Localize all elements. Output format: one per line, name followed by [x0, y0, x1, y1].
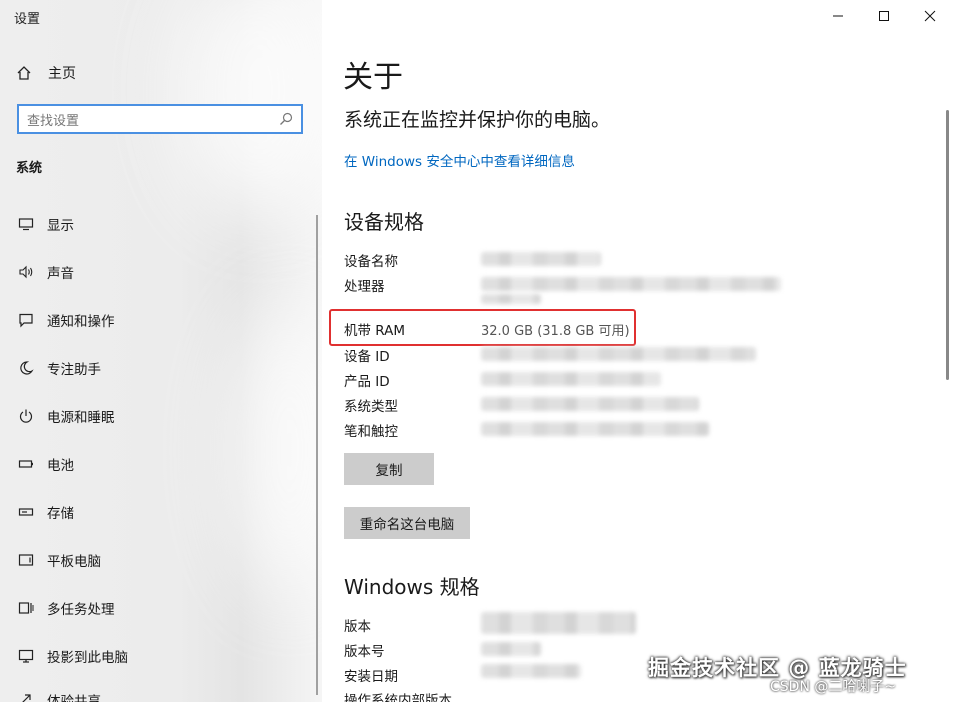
sidebar-item-label: 电源和睡眠	[47, 410, 115, 426]
sidebar-item-notifications[interactable]: 通知和操作	[16, 309, 115, 331]
sidebar-item-display[interactable]: 显示	[16, 213, 74, 235]
search-icon	[280, 112, 293, 125]
spec-label-device-id: 设备 ID	[344, 349, 390, 365]
sidebar-item-sound[interactable]: 声音	[16, 261, 74, 283]
notification-icon	[16, 310, 36, 330]
maximize-button[interactable]	[861, 0, 907, 32]
sidebar-item-label: 显示	[47, 218, 74, 234]
sidebar-item-multitasking[interactable]: 多任务处理	[16, 597, 115, 619]
share-icon	[16, 690, 36, 702]
window-title: 设置	[14, 12, 41, 27]
multitask-icon	[16, 598, 36, 618]
sidebar-item-label: 存储	[47, 506, 74, 522]
search-placeholder: 查找设置	[27, 113, 80, 129]
redacted-value	[481, 422, 709, 436]
speaker-icon	[16, 262, 36, 282]
project-icon	[16, 646, 36, 666]
spec-label-version: 版本号	[344, 644, 385, 660]
spec-label-processor: 处理器	[344, 279, 385, 295]
rename-pc-button[interactable]: 重命名这台电脑	[344, 507, 470, 539]
sidebar-item-battery[interactable]: 电池	[16, 453, 74, 475]
sidebar-item-shared-experience[interactable]: 体验共享	[16, 689, 101, 702]
redacted-value	[481, 252, 601, 266]
search-input[interactable]: 查找设置	[17, 104, 303, 134]
spec-label-pen-touch: 笔和触控	[344, 424, 398, 440]
sidebar-item-label: 平板电脑	[47, 554, 101, 570]
battery-icon	[16, 454, 36, 474]
sidebar-item-label: 多任务处理	[47, 602, 115, 618]
redacted-value	[481, 397, 699, 411]
spec-label-edition: 版本	[344, 619, 371, 635]
device-specs-heading: 设备规格	[344, 210, 424, 234]
tablet-icon	[16, 550, 36, 570]
sidebar-item-label: 电池	[47, 458, 74, 474]
security-center-link[interactable]: 在 Windows 安全中心中查看详细信息	[344, 150, 575, 170]
redacted-value	[481, 664, 581, 678]
storage-icon	[16, 502, 36, 522]
monitor-icon	[16, 214, 36, 234]
maximize-icon	[879, 11, 889, 21]
minimize-button[interactable]	[815, 0, 861, 32]
sidebar-backdrop	[230, 300, 322, 600]
home-icon	[17, 66, 31, 80]
sidebar-item-label: 声音	[47, 266, 74, 282]
spec-value-ram: 32.0 GB (31.8 GB 可用)	[481, 324, 630, 339]
redacted-value	[481, 347, 756, 361]
redacted-value	[481, 612, 636, 634]
sidebar-home[interactable]: 主页	[16, 62, 76, 84]
sidebar-item-label: 投影到此电脑	[47, 650, 128, 666]
sidebar-scrollbar[interactable]	[316, 215, 318, 695]
close-button[interactable]	[907, 0, 953, 32]
page-title: 关于	[343, 60, 403, 95]
sidebar-item-tablet[interactable]: 平板电脑	[16, 549, 101, 571]
copy-button[interactable]: 复制	[344, 453, 434, 485]
spec-label-product-id: 产品 ID	[344, 374, 390, 390]
spec-label-system-type: 系统类型	[344, 399, 398, 415]
protection-status-text: 系统正在监控并保护你的电脑。	[344, 109, 611, 131]
sidebar-item-label: 专注助手	[47, 362, 101, 378]
sidebar-item-label: 通知和操作	[47, 314, 115, 330]
sidebar-section-label: 系统	[16, 161, 43, 176]
spec-label-ram: 机带 RAM	[344, 323, 406, 339]
watermark-csdn: CSDN @二哈喇子~	[770, 679, 897, 695]
moon-icon	[16, 358, 36, 378]
main-scrollbar[interactable]	[946, 110, 949, 380]
sidebar: 设置 主页 查找设置 系统 显示 声音 通知和操作 专注助手 电源和睡眠 电池	[0, 0, 322, 702]
redacted-value	[481, 372, 661, 386]
sidebar-item-focus-assist[interactable]: 专注助手	[16, 357, 101, 379]
window-controls	[815, 0, 953, 32]
spec-label-install-date: 安装日期	[344, 669, 398, 685]
spec-label-device-name: 设备名称	[344, 254, 398, 270]
sidebar-item-storage[interactable]: 存储	[16, 501, 74, 523]
sidebar-home-label: 主页	[48, 66, 76, 82]
windows-specs-heading: Windows 规格	[344, 575, 480, 599]
power-icon	[16, 406, 36, 426]
redacted-value	[481, 642, 541, 656]
close-icon	[924, 10, 936, 22]
minimize-icon	[833, 15, 843, 17]
sidebar-item-power[interactable]: 电源和睡眠	[16, 405, 115, 427]
spec-label-os-build: 操作系统内部版本	[344, 693, 452, 702]
redacted-value	[481, 294, 541, 304]
sidebar-item-label: 体验共享	[47, 694, 101, 702]
redacted-value	[481, 277, 781, 291]
sidebar-item-project[interactable]: 投影到此电脑	[16, 645, 128, 667]
